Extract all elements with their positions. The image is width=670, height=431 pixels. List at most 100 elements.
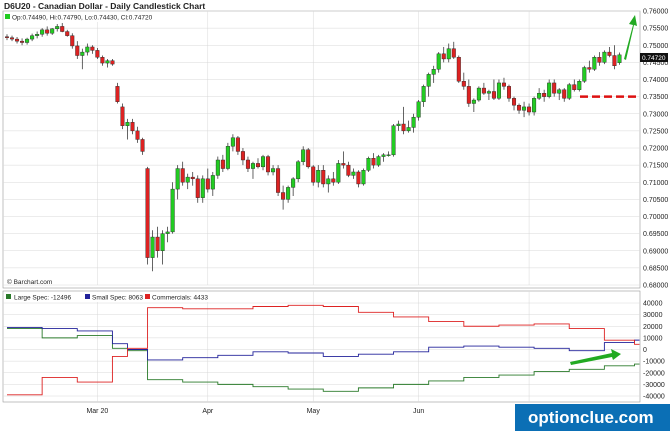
cot-y-tick: -20000 [643,370,665,377]
candle-body [406,127,411,132]
candle-body [55,26,60,30]
candle-body [381,154,386,157]
candle-body [180,168,185,183]
candle-body [321,170,326,185]
candle-body [195,178,200,198]
candle-body [75,45,80,56]
candle-body [286,187,291,200]
price-y-axis: 0.760000.755000.750000.745000.740000.735… [643,9,668,290]
candle-body [250,163,255,169]
price-y-tick: 0.75500 [643,26,668,33]
x-tick-label: Jun [413,408,424,415]
candle-body [150,236,155,258]
candle-body [90,46,95,51]
candle-body [486,91,491,94]
chart-canvas: 0.760000.755000.750000.745000.740000.735… [2,9,670,431]
candle-body [25,38,30,43]
candle-body [190,176,195,180]
price-tag-text: 0.74720 [642,55,666,62]
candle-body [371,158,376,166]
candle-body [140,139,145,152]
candle-body [376,156,381,166]
candle-body [336,163,341,183]
candle-body [426,74,431,87]
copyright: © Barchart.com [7,278,52,286]
candle-body [210,175,215,190]
cot-y-tick: -10000 [643,359,665,366]
candle-body [446,48,451,60]
candle-body [225,146,230,169]
candle-body [401,123,406,132]
candle-body [361,170,366,185]
candle-body [175,168,180,190]
legend-swatch-commercials [145,294,150,299]
candle-body [215,159,220,176]
candle-body [85,46,90,53]
cot-y-tick: 10000 [643,335,663,342]
candle-body [547,82,552,97]
price-y-tick: 0.69500 [643,231,668,238]
candle-body [185,176,190,183]
candle-body [507,86,512,99]
candle-body [527,106,532,113]
candle-body [552,82,557,94]
candle-body [587,67,592,70]
candle-body [65,31,70,36]
cot-y-tick: -40000 [643,394,665,401]
candle-body [296,161,301,180]
candle-body [366,158,371,171]
cot-y-tick: -30000 [643,382,665,389]
candle-body [80,51,85,56]
ohlc-label: Op:0.74490, Hi:0.74790, Lo:0.74430, Cl:0… [12,15,153,22]
candle-body [240,151,245,161]
candle-body [461,81,466,87]
candle-body [466,86,471,104]
cot-y-tick: 30000 [643,312,663,319]
candle-body [301,149,306,162]
price-y-tick: 0.72500 [643,128,668,135]
candle-body [220,159,225,169]
candle-body [40,29,45,35]
candle-body [115,86,120,102]
candle-body [597,57,602,63]
candle-body [481,87,486,94]
candle-body [356,171,361,185]
candle-body [160,233,165,251]
cot-panel [2,290,641,403]
candle-body [110,60,115,65]
candle-body [95,50,100,58]
x-tick-label: May [307,408,321,415]
candle-body [491,91,496,99]
price-y-tick: 0.73000 [643,111,668,118]
candle-body [15,38,20,42]
candle-body [436,53,441,70]
candle-body [271,168,276,173]
candle-body [572,84,577,90]
candle-body [125,122,130,126]
cot-legend: Large Spec: -12496 Small Spec: 8063 Comm… [4,292,209,302]
x-axis: Mar 20AprMayJunJul [86,408,534,415]
candle-body [431,69,436,75]
candle-body [235,137,240,152]
candle-body [291,178,296,188]
candle-body [592,57,597,70]
x-tick-label: Apr [202,408,214,415]
watermark: optionclue.com [515,404,670,431]
candle-body [476,87,481,101]
candle-body [602,51,607,63]
price-y-tick: 0.68000 [643,283,668,290]
price-y-tick: 0.73500 [643,94,668,101]
candle-body [230,137,235,147]
candle-body [135,130,140,140]
price-y-tick: 0.70500 [643,197,668,204]
legend-large-spec: Large Spec: -12496 [14,295,71,302]
candle-body [562,89,567,99]
candle-body [145,168,150,258]
cot-y-tick: 0 [643,347,647,354]
candle-body [542,92,547,97]
price-y-tick: 0.72000 [643,146,668,153]
candle-body [105,60,110,64]
x-tick-label: Mar 20 [86,408,108,415]
candle-body [120,106,125,126]
price-y-tick: 0.76000 [643,9,668,16]
